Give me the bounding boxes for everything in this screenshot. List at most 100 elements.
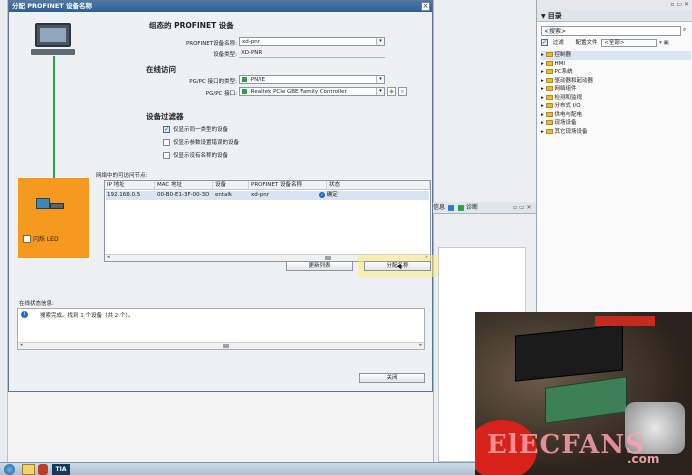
chevron-down-icon[interactable]: ▾ <box>376 76 384 83</box>
catalog-item[interactable]: ▸ 驱动器和起动器 <box>541 77 691 86</box>
ok-status-icon: ✓ <box>319 191 325 198</box>
folder-icon[interactable] <box>22 464 35 475</box>
filter-checkbox[interactable]: ✓ <box>541 39 548 46</box>
info-icon <box>448 205 454 211</box>
filter-checkbox[interactable] <box>163 152 170 159</box>
filter-option[interactable]: ✓ 仅显示同一类型的设备 <box>163 126 239 135</box>
connect-icon[interactable]: ◈ <box>387 87 396 96</box>
online-access-heading: 在线访问 <box>146 65 176 74</box>
col-header-device[interactable]: 设备 <box>213 181 249 190</box>
profile-settings-icon[interactable]: ▾ ▣ <box>659 40 669 46</box>
table-horizontal-scrollbar[interactable]: ◂ ▸ <box>105 254 430 261</box>
chevron-down-icon[interactable]: ▾ <box>376 38 384 45</box>
catalog-item-label: 分布式 I/O <box>554 103 581 109</box>
accessible-nodes-table: IP 地址 MAC 地址 设备 PROFINET 设备名称 状态 192.168… <box>104 180 431 262</box>
close-icon[interactable]: × <box>421 2 430 11</box>
col-header-status[interactable]: 状态 <box>327 181 430 190</box>
folder-icon <box>545 60 553 66</box>
device-name-label: PROFINET设备名称: <box>185 41 237 47</box>
refresh-list-button[interactable]: 更新列表 <box>286 261 353 271</box>
filter-checkbox[interactable]: ✓ <box>163 126 170 133</box>
left-edge-panel <box>0 0 8 462</box>
filter-option[interactable]: 仅显示没有名称的设备 <box>163 152 239 161</box>
catalog-item-label: 控制器 <box>554 52 572 58</box>
device-icon <box>36 198 50 209</box>
blink-led-label: 闪烁 LED <box>32 236 59 243</box>
close-button[interactable]: 关闭 <box>359 373 425 383</box>
catalog-search-input[interactable]: <搜索> <box>541 26 681 36</box>
scroll-right-icon[interactable]: ▸ <box>425 254 428 260</box>
catalog-item[interactable]: ▸ 其它现场设备 <box>541 128 691 137</box>
window-controls-icon[interactable]: ▫ ▭ ✕ <box>670 1 689 8</box>
panel-controls-icon[interactable]: ▫ ▭ ✕ <box>513 204 532 211</box>
profile-select[interactable]: <全部> <box>601 38 658 47</box>
pgpc-interface-select[interactable]: Realtek PCIe GBE Family Controller ▾ <box>239 87 385 96</box>
pc-icon <box>35 23 71 47</box>
pgpc-type-value: PN/IE <box>250 77 266 83</box>
catalog-item[interactable]: ▸ PC系统 <box>541 68 691 77</box>
status-message: 搜索完成。找到 1 个设备（共 2 个）。 <box>40 313 134 319</box>
catalog-item[interactable]: ▸ HMI <box>541 60 691 69</box>
catalog-item[interactable]: ▸ 供电与配电 <box>541 111 691 120</box>
blink-led-checkbox[interactable] <box>23 234 31 243</box>
connection-line <box>53 56 55 194</box>
catalog-item[interactable]: ▸ 网络组件 <box>541 85 691 94</box>
collapse-icon[interactable]: ▼ <box>541 13 548 20</box>
catalog-item-label: PC系统 <box>554 69 573 75</box>
filter-checkbox[interactable] <box>163 139 170 146</box>
filter-list: ✓ 仅显示同一类型的设备 仅显示参数设置错误的设备 仅显示没有名称的设备 <box>163 126 239 165</box>
watermark-logo: ElECFANS <box>487 430 645 460</box>
pgpc-type-label: PG/PC 接口的类型: <box>189 79 237 85</box>
col-header-ip[interactable]: IP 地址 <box>105 181 155 190</box>
profile-label: 配置文件 <box>575 40 598 46</box>
cell-mac: 00-B0-E1-3F-00-3D <box>157 192 210 198</box>
device-name-select[interactable]: xd-pnr ▾ <box>239 37 385 46</box>
app-icon[interactable] <box>38 464 48 475</box>
catalog-item[interactable]: ▸ 现场设备 <box>541 119 691 128</box>
filter-label: 过滤 <box>552 40 564 46</box>
filter-option[interactable]: 仅显示参数设置错误的设备 <box>163 139 239 148</box>
folder-icon <box>545 69 553 74</box>
filter-option-label: 仅显示同一类型的设备 <box>173 127 229 133</box>
search-icon[interactable]: ⌕ <box>683 26 691 36</box>
scroll-thumb[interactable] <box>325 256 331 260</box>
scroll-thumb[interactable] <box>223 344 229 348</box>
catalog-item[interactable]: ▸ 分布式 I/O <box>541 102 691 111</box>
folder-icon <box>545 94 553 100</box>
status-text: 确定 <box>326 192 338 198</box>
folder-icon <box>545 128 553 134</box>
tab-diagnostics[interactable]: 诊断 <box>466 202 478 214</box>
scroll-left-icon[interactable]: ◂ <box>107 254 110 260</box>
info-icon: i <box>21 311 28 318</box>
diagnostics-icon <box>458 205 464 211</box>
catalog-tree: ▸ 控制器 ▸ HMI ▸ PC系统 ▸ 驱动器和起动器 ▸ 网络组件 ▸ 检测和监视 ▸ … <box>541 51 691 136</box>
device-type-value: XD-PNR <box>239 49 385 58</box>
tab-info[interactable]: 信息 <box>433 202 445 214</box>
folder-icon <box>545 111 553 117</box>
folder-icon <box>545 77 553 83</box>
cell-device: entalk <box>215 192 233 198</box>
scroll-left-icon[interactable]: ◂ <box>20 342 23 348</box>
blink-led-row: 闪烁 LED <box>23 234 59 243</box>
catalog-item[interactable]: ▸ 控制器 <box>541 51 691 60</box>
start-icon[interactable] <box>4 464 15 475</box>
scroll-right-icon[interactable]: ▸ <box>419 342 422 348</box>
tia-portal-icon[interactable]: TIA <box>52 464 70 475</box>
folder-icon <box>545 52 553 57</box>
pgpc-type-select[interactable]: PN/IE ▾ <box>239 75 385 84</box>
col-header-mac[interactable]: MAC 地址 <box>155 181 213 190</box>
status-horizontal-scrollbar[interactable]: ◂ ▸ <box>18 342 424 349</box>
device-filter-heading: 设备过滤器 <box>146 112 184 121</box>
catalog-item[interactable]: ▸ 检测和监视 <box>541 94 691 103</box>
chevron-down-icon[interactable]: ▾ <box>376 88 384 95</box>
red-cable-image <box>595 316 655 326</box>
catalog-toolbar: ▫ ▭ ✕ <box>537 0 692 10</box>
device-name-value: xd-pnr <box>242 39 260 45</box>
catalog-item-label: 供电与配电 <box>554 111 583 118</box>
col-header-profinet-name[interactable]: PROFINET 设备名称 <box>249 181 327 190</box>
device-type-label: 设备类型: <box>213 52 237 58</box>
taskbar: TIA <box>0 462 475 475</box>
device-module-icon <box>50 203 64 209</box>
catalog-title: ▼ 目录 <box>537 10 692 22</box>
search-network-icon[interactable]: ⌕ <box>398 87 407 96</box>
